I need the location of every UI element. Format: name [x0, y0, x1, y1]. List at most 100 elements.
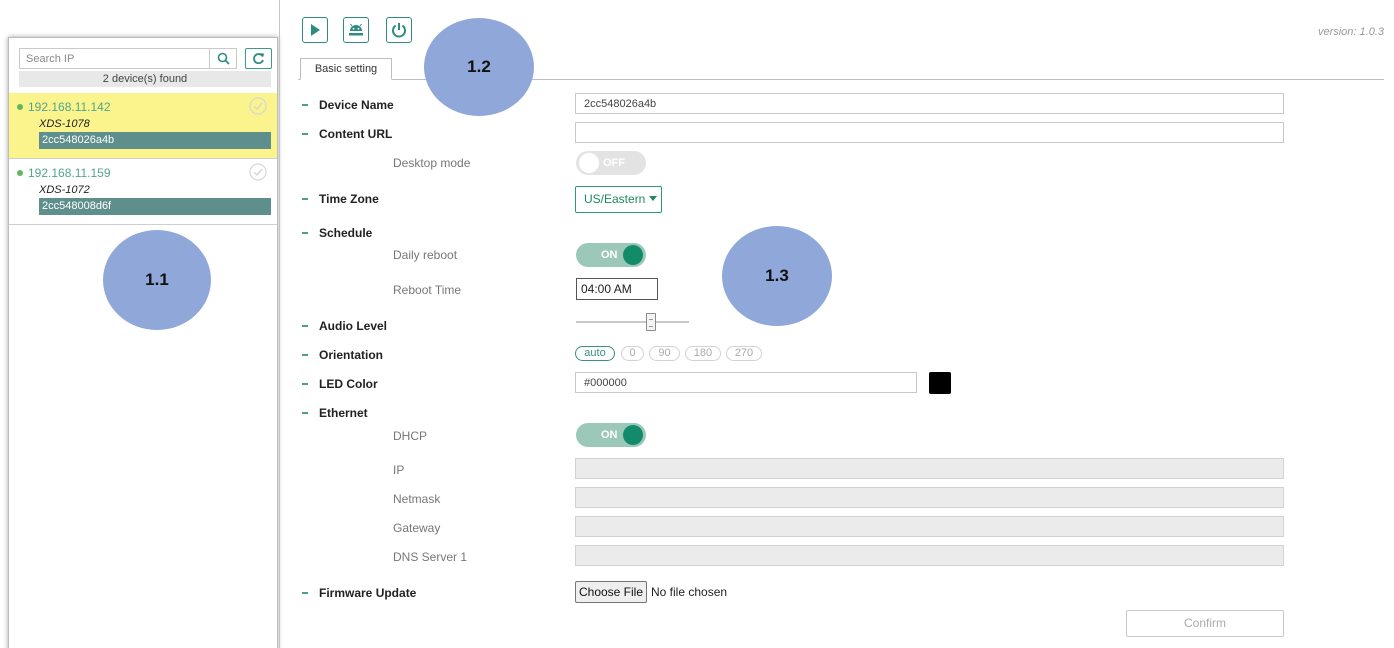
toggle-state: OFF — [603, 157, 625, 169]
collapse-dash-icon — [302, 132, 308, 135]
device-count: 2 device(s) found — [19, 71, 271, 87]
dhcp-label: DHCP — [393, 429, 428, 443]
check-circle-icon[interactable] — [249, 163, 267, 181]
orientation-option-0[interactable]: 0 — [621, 346, 644, 361]
toggle-state: ON — [601, 429, 618, 441]
device-list-item[interactable]: 192.168.11.159 XDS-1072 2cc548008d6f — [9, 159, 277, 225]
file-status: No file chosen — [651, 585, 728, 599]
android-icon — [349, 23, 363, 36]
desktop-mode-toggle[interactable]: OFF — [576, 151, 646, 175]
collapse-dash-icon — [302, 353, 308, 356]
firmware-update-label: Firmware Update — [302, 586, 416, 600]
search-ip-input[interactable] — [19, 48, 210, 69]
choose-file-button[interactable]: Choose File — [575, 581, 647, 603]
refresh-icon — [253, 53, 265, 65]
callout-1-2: 1.2 — [424, 18, 534, 116]
firmware-update-label-text: Firmware Update — [319, 586, 417, 600]
orientation-option-90[interactable]: 90 — [649, 346, 680, 361]
search-button[interactable] — [210, 48, 237, 69]
collapse-dash-icon — [302, 197, 308, 200]
ip-input[interactable] — [575, 458, 1284, 479]
time-zone-dropdown[interactable]: US/Eastern — [575, 186, 662, 213]
device-model: XDS-1072 — [39, 184, 90, 196]
search-row — [19, 48, 272, 70]
orientation-option-270[interactable]: 270 — [726, 346, 762, 361]
toggle-knob — [579, 153, 599, 173]
led-color-swatch[interactable] — [929, 372, 951, 394]
dhcp-toggle[interactable]: ON — [576, 423, 646, 447]
device-ip-text: 192.168.11.159 — [28, 166, 111, 180]
collapse-dash-icon — [302, 382, 308, 385]
online-status-icon — [17, 169, 23, 176]
time-zone-label-text: Time Zone — [319, 192, 379, 206]
refresh-button[interactable] — [245, 48, 272, 69]
ethernet-label: Ethernet — [302, 406, 368, 420]
daily-reboot-label: Daily reboot — [393, 248, 458, 262]
daily-reboot-toggle[interactable]: ON — [576, 243, 646, 267]
check-circle-icon[interactable] — [249, 97, 267, 115]
orientation-label: Orientation — [302, 348, 383, 362]
orientation-label-text: Orientation — [319, 348, 384, 362]
device-model: XDS-1078 — [39, 118, 90, 130]
reboot-time-label: Reboot Time — [393, 283, 462, 297]
toggle-state: ON — [601, 249, 618, 261]
reboot-time-input[interactable]: 04:00 AM — [576, 278, 658, 300]
device-list-panel: 2 device(s) found 192.168.11.142 XDS-107… — [8, 37, 278, 648]
gateway-input[interactable] — [575, 516, 1284, 537]
device-list-item[interactable]: 192.168.11.142 XDS-1078 2cc548026a4b — [9, 93, 277, 159]
netmask-label: Netmask — [393, 492, 441, 506]
device-id: 2cc548026a4b — [39, 132, 271, 149]
device-ip-text: 192.168.11.142 — [28, 100, 111, 114]
play-button[interactable] — [302, 17, 328, 43]
collapse-dash-icon — [302, 324, 308, 327]
device-name-input[interactable] — [575, 93, 1284, 114]
tab-basic-setting[interactable]: Basic setting — [300, 58, 392, 80]
orientation-option-auto[interactable]: auto — [575, 346, 615, 361]
dns-server-1-input[interactable] — [575, 545, 1284, 566]
led-color-input[interactable] — [575, 372, 917, 393]
audio-level-slider-track[interactable] — [576, 321, 689, 323]
audio-level-slider-handle[interactable] — [645, 313, 656, 331]
caret-down-icon — [649, 196, 658, 202]
led-color-label: LED Color — [302, 377, 378, 391]
content-url-label: Content URL — [302, 127, 392, 141]
desktop-mode-label: Desktop mode — [393, 156, 471, 170]
collapse-dash-icon — [302, 411, 308, 414]
gateway-label: Gateway — [393, 521, 441, 535]
power-icon — [392, 23, 406, 38]
search-icon — [217, 52, 230, 65]
collapse-dash-icon — [302, 591, 308, 594]
dns-server-1-label: DNS Server 1 — [393, 550, 468, 564]
collapse-dash-icon — [302, 231, 308, 234]
ethernet-label-text: Ethernet — [319, 406, 368, 420]
time-zone-value: US/Eastern — [584, 192, 646, 206]
time-zone-label: Time Zone — [302, 192, 379, 206]
led-color-label-text: LED Color — [319, 377, 378, 391]
content-url-input[interactable] — [575, 122, 1284, 143]
device-list: 192.168.11.142 XDS-1078 2cc548026a4b 192… — [9, 93, 277, 225]
netmask-input[interactable] — [575, 487, 1284, 508]
toggle-knob — [623, 245, 643, 265]
collapse-dash-icon — [302, 103, 308, 106]
content-url-label-text: Content URL — [319, 127, 393, 141]
ip-label: IP — [393, 463, 405, 477]
play-icon — [311, 24, 320, 36]
device-name-label: Device Name — [302, 98, 394, 112]
android-button[interactable] — [343, 17, 369, 43]
device-ip: 192.168.11.159 — [17, 166, 111, 180]
audio-level-label-text: Audio Level — [319, 319, 388, 333]
callout-1-1: 1.1 — [103, 230, 211, 330]
callout-1-3: 1.3 — [722, 226, 832, 326]
version-label: version: 1.0.3 — [1317, 26, 1384, 38]
online-status-icon — [17, 103, 23, 110]
device-name-label-text: Device Name — [319, 98, 394, 112]
device-id: 2cc548008d6f — [39, 198, 271, 215]
schedule-label: Schedule — [302, 226, 372, 240]
power-button[interactable] — [386, 17, 412, 43]
schedule-label-text: Schedule — [319, 226, 373, 240]
orientation-option-180[interactable]: 180 — [685, 346, 721, 361]
confirm-button[interactable]: Confirm — [1126, 610, 1284, 637]
panel-divider — [279, 0, 280, 648]
device-ip: 192.168.11.142 — [17, 100, 111, 114]
toggle-knob — [623, 425, 643, 445]
